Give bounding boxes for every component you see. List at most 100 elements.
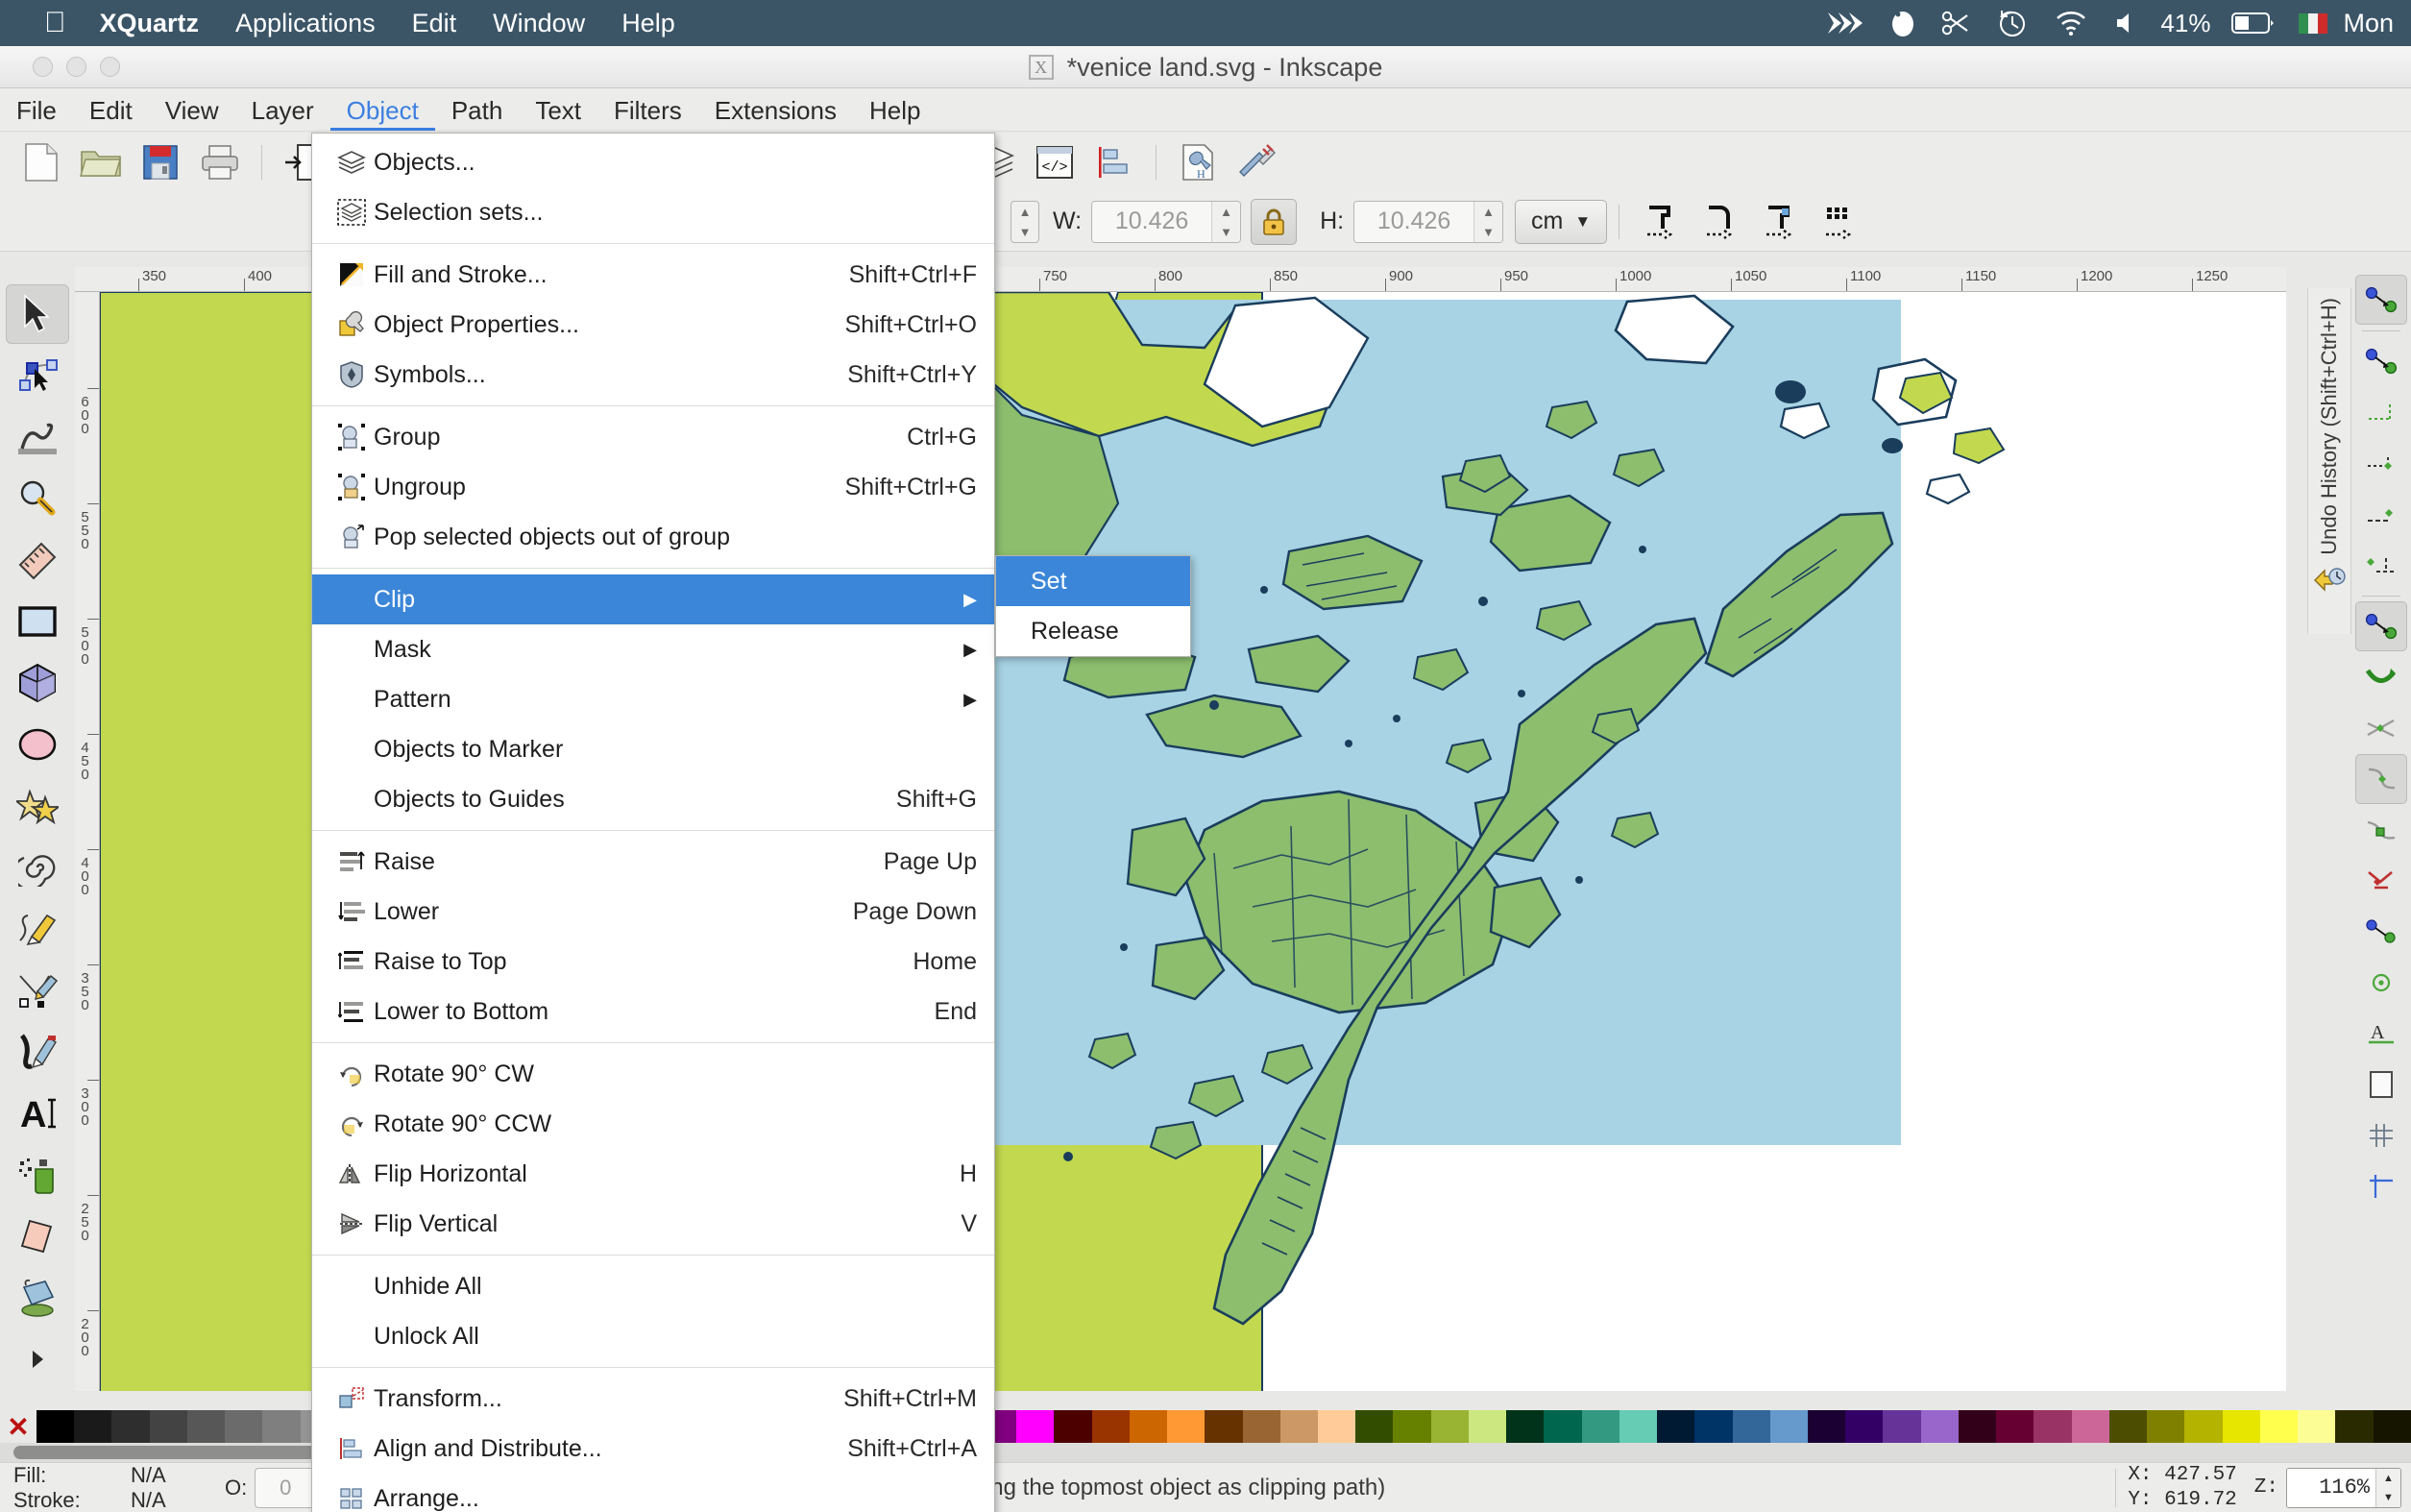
snap-rotation-center-button[interactable] bbox=[2355, 958, 2407, 1008]
save-icon[interactable] bbox=[134, 137, 187, 187]
unit-select[interactable]: cm ▼ bbox=[1515, 199, 1608, 244]
spray-tool[interactable] bbox=[6, 1145, 69, 1205]
palette-swatch[interactable] bbox=[2184, 1410, 2223, 1443]
width-input[interactable]: 10.426 ▲ ▼ bbox=[1091, 200, 1242, 243]
palette-swatch[interactable] bbox=[1808, 1410, 1846, 1443]
menu-item-mask[interactable]: Mask ▶ bbox=[312, 624, 994, 674]
palette-swatch[interactable] bbox=[1544, 1410, 1582, 1443]
palette-swatch[interactable] bbox=[1958, 1410, 1997, 1443]
palette-swatch[interactable] bbox=[74, 1410, 112, 1443]
menu-file[interactable]: File bbox=[0, 98, 73, 131]
menu-item-raise-to-top[interactable]: Raise to Top Home bbox=[312, 937, 994, 987]
more-tools-arrow[interactable] bbox=[6, 1329, 69, 1389]
snap-bbox-edge-midpoints-button[interactable] bbox=[2355, 489, 2407, 539]
palette-swatch[interactable] bbox=[1694, 1410, 1733, 1443]
palette-swatch[interactable] bbox=[1920, 1410, 1959, 1443]
vertical-ruler[interactable]: 600 550 500 450 400 350 300 250 200 bbox=[75, 292, 100, 1391]
calligraphy-tool[interactable] bbox=[6, 1022, 69, 1082]
palette-swatch[interactable] bbox=[1279, 1410, 1318, 1443]
menu-item-align-and-distribute[interactable]: Align and Distribute... Shift+Ctrl+A bbox=[312, 1424, 994, 1474]
enable-snapping-button[interactable] bbox=[2355, 275, 2407, 325]
width-value[interactable]: 10.426 bbox=[1092, 201, 1212, 242]
preferences-icon[interactable]: H bbox=[1171, 137, 1225, 187]
palette-swatch[interactable] bbox=[1242, 1410, 1280, 1443]
macos-menu-applications[interactable]: Applications bbox=[217, 0, 394, 46]
palette-swatch[interactable] bbox=[1355, 1410, 1394, 1443]
macos-menu-xquartz[interactable]: XQuartz bbox=[82, 0, 218, 46]
align-panel-icon[interactable] bbox=[1087, 137, 1141, 187]
palette-swatch[interactable] bbox=[1845, 1410, 1884, 1443]
menu-item-lower[interactable]: Lower Page Down bbox=[312, 887, 994, 937]
submenu-item-set[interactable]: Set bbox=[996, 556, 1190, 606]
affect-patterns-icon[interactable] bbox=[1813, 197, 1866, 247]
palette-swatch[interactable] bbox=[1581, 1410, 1620, 1443]
selector-tool[interactable] bbox=[6, 284, 69, 345]
palette-swatch[interactable] bbox=[2034, 1410, 2072, 1443]
palette-swatch[interactable] bbox=[1619, 1410, 1658, 1443]
snap-bbox-centers-button[interactable] bbox=[2355, 540, 2407, 590]
palette-swatch[interactable] bbox=[2147, 1410, 2185, 1443]
height-input[interactable]: 10.426 ▲ ▼ bbox=[1353, 200, 1504, 243]
clock-label[interactable]: Mon bbox=[2337, 9, 2405, 38]
menu-item-transform[interactable]: Transform... Shift+Ctrl+M bbox=[312, 1374, 994, 1424]
height-value[interactable]: 10.426 bbox=[1354, 201, 1474, 242]
palette-swatch[interactable] bbox=[1167, 1410, 1206, 1443]
palette-swatch[interactable] bbox=[2108, 1410, 2148, 1443]
zoom-tool[interactable] bbox=[6, 469, 69, 528]
palette-swatch[interactable] bbox=[111, 1410, 150, 1443]
menu-text[interactable]: Text bbox=[519, 98, 597, 131]
menu-item-objects-to-marker[interactable]: Objects to Marker bbox=[312, 724, 994, 774]
palette-swatch[interactable] bbox=[1732, 1410, 1770, 1443]
palette-swatch[interactable] bbox=[1769, 1410, 1809, 1443]
palette-swatch[interactable] bbox=[1205, 1410, 1243, 1443]
menu-item-rotate-90-cw[interactable]: Rotate 90° CW bbox=[312, 1049, 994, 1099]
snap-bbox-edges-button[interactable] bbox=[2355, 387, 2407, 437]
none-color-swatch[interactable]: ✕ bbox=[0, 1410, 37, 1443]
snap-page-border-button[interactable] bbox=[2355, 1060, 2407, 1110]
menu-layer[interactable]: Layer bbox=[235, 98, 330, 131]
submenu-item-release[interactable]: Release bbox=[996, 606, 1190, 656]
menu-item-arrange[interactable]: Arrange... bbox=[312, 1474, 994, 1512]
lock-aspect-ratio-button[interactable] bbox=[1251, 198, 1298, 245]
pen-tool[interactable] bbox=[6, 961, 69, 1020]
palette-swatch[interactable] bbox=[1468, 1410, 1507, 1443]
zoom-spinner-arrows[interactable]: ▲ ▼ bbox=[2375, 1468, 2400, 1507]
snap-guides-button[interactable] bbox=[2355, 1161, 2407, 1211]
palette-swatch[interactable] bbox=[1129, 1410, 1168, 1443]
affect-stroke-width-icon[interactable] bbox=[1634, 197, 1688, 247]
fast-forward-icon[interactable] bbox=[1813, 0, 1878, 46]
palette-swatch[interactable] bbox=[1091, 1410, 1130, 1443]
menu-item-flip-vertical[interactable]: Flip Vertical V bbox=[312, 1199, 994, 1249]
menu-item-objects[interactable]: Objects... bbox=[312, 137, 994, 187]
palette-swatch[interactable] bbox=[1657, 1410, 1695, 1443]
palette-swatch[interactable] bbox=[2335, 1410, 2374, 1443]
palette-swatch[interactable] bbox=[1054, 1410, 1092, 1443]
new-document-icon[interactable] bbox=[14, 137, 68, 187]
mouse-icon[interactable] bbox=[1878, 0, 1928, 46]
macos-menu-help[interactable]: Help bbox=[603, 0, 694, 46]
palette-swatch[interactable] bbox=[2222, 1410, 2260, 1443]
apple-logo-icon[interactable]:  bbox=[29, 0, 82, 46]
macos-menu-window[interactable]: Window bbox=[475, 0, 603, 46]
menu-help[interactable]: Help bbox=[853, 98, 937, 131]
palette-swatch[interactable] bbox=[2298, 1410, 2336, 1443]
snap-bbox-handles-button[interactable] bbox=[2355, 907, 2407, 957]
menu-item-lower-to-bottom[interactable]: Lower to Bottom End bbox=[312, 987, 994, 1036]
menu-item-objects-to-guides[interactable]: Objects to Guides Shift+G bbox=[312, 774, 994, 824]
menu-item-rotate-90-ccw[interactable]: Rotate 90° CCW bbox=[312, 1099, 994, 1149]
palette-swatch[interactable] bbox=[2071, 1410, 2109, 1443]
ellipse-tool[interactable] bbox=[6, 715, 69, 774]
menu-view[interactable]: View bbox=[149, 98, 235, 131]
eraser-tool[interactable] bbox=[6, 1207, 69, 1266]
menu-item-unhide-all[interactable]: Unhide All bbox=[312, 1261, 994, 1311]
palette-swatch[interactable] bbox=[1430, 1410, 1469, 1443]
palette-swatch[interactable] bbox=[1996, 1410, 2034, 1443]
menu-path[interactable]: Path bbox=[435, 98, 520, 131]
palette-swatch[interactable] bbox=[262, 1410, 301, 1443]
fill-stroke-indicator[interactable]: Fill: N/A Stroke: N/A bbox=[0, 1463, 221, 1512]
menu-item-group[interactable]: Group Ctrl+G bbox=[312, 412, 994, 462]
snap-bbox-corners-button[interactable] bbox=[2355, 438, 2407, 488]
snap-path-intersections-button[interactable] bbox=[2355, 703, 2407, 753]
height-spinner-arrows[interactable]: ▲ ▼ bbox=[1473, 201, 1503, 242]
tweak-tool[interactable] bbox=[6, 407, 69, 467]
